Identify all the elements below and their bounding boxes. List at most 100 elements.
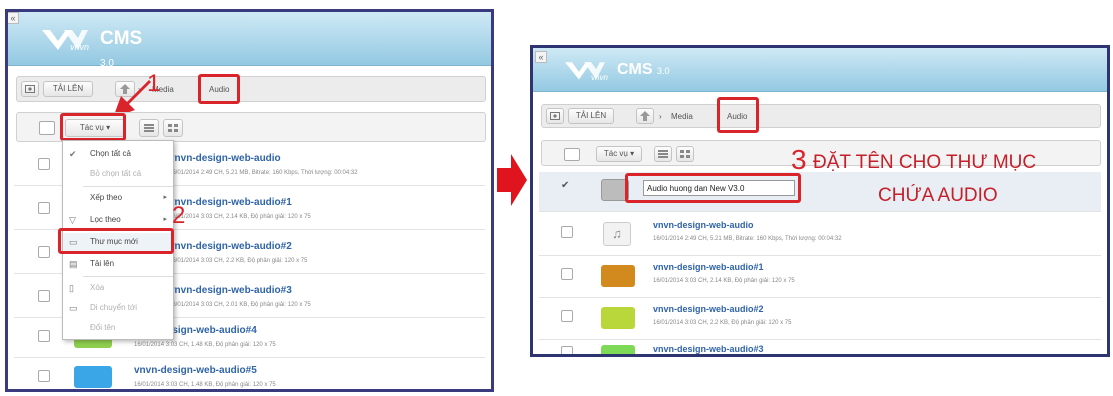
file-meta: 16/01/2014 3:03 CH, 1.48 KB, Độ phân giả…: [134, 342, 276, 348]
file-meta: 16/01/2014 2:49 CH, 5.21 MB, Bitrate: 16…: [169, 170, 358, 176]
row-checkbox[interactable]: [561, 346, 573, 354]
menu-item-select-all[interactable]: ✔ Chọn tất cả: [63, 145, 173, 163]
menu-label: Đổi tên: [90, 323, 116, 332]
action-dropdown-button[interactable]: Tác vụ ▾: [596, 146, 642, 162]
file-name[interactable]: vnvn-design-web-audio#3: [169, 285, 292, 296]
annotation-line-2: CHỨA AUDIO: [878, 185, 998, 206]
menu-item-delete[interactable]: ▯ Xóa: [63, 279, 173, 297]
collapse-sidebar-button[interactable]: «: [8, 12, 19, 24]
image-icon[interactable]: [546, 108, 564, 124]
file-meta: 16/01/2014 3:03 CH, 2.14 KB, Độ phân giả…: [653, 278, 795, 284]
list-view-icon[interactable]: [654, 146, 672, 162]
menu-item-filter-by[interactable]: ▽ Lọc theo ▸: [63, 211, 173, 229]
home-up-icon[interactable]: [636, 108, 654, 124]
row-checkbox[interactable]: [38, 330, 50, 342]
upload-icon: ▤: [69, 259, 78, 269]
menu-label: Xếp theo: [90, 193, 123, 202]
filter-icon: ▽: [69, 215, 76, 225]
move-icon: ▭: [69, 303, 78, 313]
file-name[interactable]: vnvn-design-web-audio#1: [653, 262, 764, 272]
menu-label: Chọn tất cả: [90, 149, 131, 158]
row-checkbox[interactable]: [38, 290, 50, 302]
grid-view-icon[interactable]: [676, 146, 694, 162]
menu-item-deselect-all[interactable]: Bỏ chọn tất cả: [63, 165, 173, 183]
file-meta: 16/01/2014 3:03 CH, 2.2 KB, Độ phân giải…: [653, 320, 792, 326]
file-name[interactable]: vnvn-design-web-audio#2: [653, 304, 764, 314]
submenu-arrow-icon: ▸: [163, 216, 167, 223]
file-row[interactable]: ♫ vnvn-design-web-audio 16/01/2014 2:49 …: [539, 214, 1101, 256]
menu-item-rename[interactable]: Đổi tên: [63, 319, 173, 337]
file-row[interactable]: vnvn-design-web-audio#3: [539, 340, 1101, 354]
row-checkbox[interactable]: [561, 268, 573, 280]
file-row[interactable]: vnvn-design-web-audio#2 16/01/2014 3:03 …: [539, 298, 1101, 340]
menu-item-move-to[interactable]: ▭ Di chuyển tới: [63, 299, 173, 317]
file-thumbnail: [601, 307, 635, 329]
left-screenshot-panel: « vnvn CMS 3.0 TẢI LÊN › Media Audio 1 T…: [5, 9, 494, 392]
breadcrumb-toolbar: TẢI LÊN › Media Audio: [16, 76, 486, 102]
select-all-checkbox[interactable]: [39, 121, 55, 135]
new-folder-row[interactable]: ✔: [539, 172, 1101, 212]
menu-item-upload[interactable]: ▤ Tải lên: [63, 255, 173, 273]
menu-label: Xóa: [90, 283, 105, 292]
file-name[interactable]: vnvn-design-web-audio#1: [169, 197, 292, 208]
cms-header: « vnvn CMS 3.0: [8, 12, 491, 69]
highlight-folder-name-input: [625, 173, 801, 203]
right-screenshot-panel: « vnvn CMS 3.0 TẢI LÊN › Media Audio Tác…: [530, 45, 1110, 357]
file-name[interactable]: vnvn-design-web-audio: [169, 153, 281, 164]
music-note-icon: ♫: [603, 222, 631, 246]
file-row[interactable]: vnvn-design-web-audio#1 16/01/2014 3:03 …: [539, 256, 1101, 298]
logo-vn-text: vnvn: [70, 42, 90, 52]
highlight-new-folder: [58, 228, 174, 254]
row-checkbox[interactable]: [561, 226, 573, 238]
breadcrumb-media[interactable]: Media: [671, 112, 693, 121]
row-checkbox[interactable]: [38, 370, 50, 382]
file-meta: 16/01/2014 3:03 CH, 1.48 KB, Độ phân giả…: [134, 382, 276, 388]
breadcrumb-toolbar: TẢI LÊN › Media Audio: [541, 104, 1101, 128]
transition-arrow-icon: [497, 154, 527, 206]
upload-button[interactable]: TẢI LÊN: [43, 81, 93, 97]
row-checkbox[interactable]: [38, 202, 50, 214]
file-name[interactable]: vnvn-design-web-audio#5: [134, 365, 257, 376]
file-thumbnail: [601, 345, 635, 354]
highlight-action-button: [60, 113, 126, 141]
annotation-line-1: ĐẶT TÊN CHO THƯ MỤC: [813, 152, 1037, 173]
logo-cms-text: CMS 3.0: [617, 61, 670, 78]
file-name[interactable]: vnvn-design-web-audio: [653, 220, 754, 230]
grid-view-icon[interactable]: [163, 119, 183, 137]
file-meta: 16/01/2014 3:03 CH, 2.14 KB, Độ phân giả…: [169, 214, 311, 220]
submenu-arrow-icon: ▸: [163, 194, 167, 201]
menu-label: Di chuyển tới: [90, 303, 138, 312]
highlight-audio-crumb: [198, 74, 240, 104]
cms-header: « vnvn CMS 3.0: [533, 48, 1107, 92]
menu-divider: [83, 186, 173, 187]
file-name[interactable]: vnvn-design-web-audio#3: [653, 344, 764, 354]
breadcrumb-separator: ›: [659, 112, 662, 121]
file-name[interactable]: vnvn-design-web-audio#2: [169, 241, 292, 252]
cms-logo: vnvn CMS 3.0: [563, 56, 673, 86]
collapse-sidebar-button[interactable]: «: [535, 51, 547, 63]
menu-label: Bỏ chọn tất cả: [90, 169, 142, 178]
menu-label: Tải lên: [90, 259, 115, 268]
upload-button[interactable]: TẢI LÊN: [568, 108, 614, 124]
select-all-checkbox[interactable]: [564, 148, 580, 161]
file-meta: 16/01/2014 2:49 CH, 5.21 MB, Bitrate: 16…: [653, 236, 842, 242]
file-row[interactable]: vnvn-design-web-audio#5 16/01/2014 3:03 …: [14, 358, 485, 389]
image-icon[interactable]: [21, 81, 39, 97]
row-checkbox[interactable]: [38, 246, 50, 258]
step-number-3: 3: [791, 144, 807, 175]
menu-label: Lọc theo: [90, 215, 121, 224]
list-view-icon[interactable]: [139, 119, 159, 137]
menu-divider: [83, 276, 173, 277]
check-icon: ✔: [69, 149, 77, 159]
check-icon[interactable]: ✔: [561, 180, 573, 192]
logo-cms-text: CMS 3.0: [100, 28, 143, 69]
step-number-2: 2: [172, 202, 186, 229]
row-checkbox[interactable]: [561, 310, 573, 322]
row-checkbox[interactable]: [38, 158, 50, 170]
file-thumbnail: [74, 366, 112, 388]
cms-logo: vnvn CMS 3.0: [40, 22, 160, 69]
menu-item-sort-by[interactable]: Xếp theo ▸: [63, 189, 173, 207]
file-thumbnail: [601, 265, 635, 287]
logo-vn-text: vnvn: [591, 73, 608, 82]
file-meta: 16/01/2014 3:03 CH, 2.01 KB, Độ phân giả…: [169, 302, 311, 308]
